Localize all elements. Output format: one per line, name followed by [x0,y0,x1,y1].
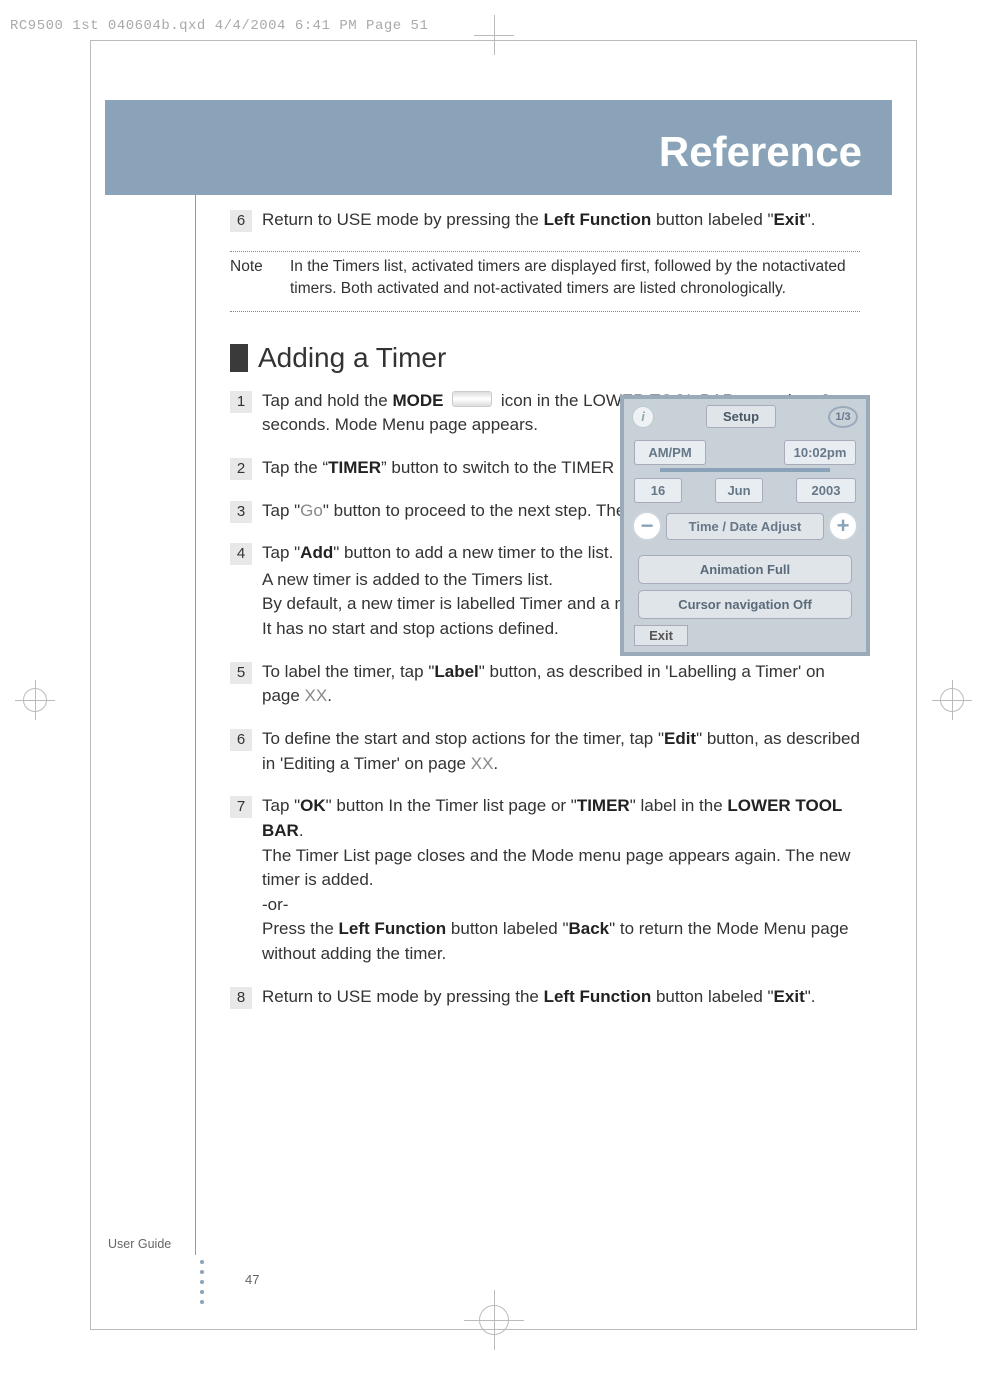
step-text: " button to add a new timer to the list. [333,543,613,562]
note-body: In the Timers list, activated timers are… [290,256,860,301]
step-body: To label the timer, tap "Label" button, … [262,660,860,709]
step-bold: Label [434,662,478,681]
device-screenshot: i Setup 1/3 AM/PM 10:02pm 16 Jun 2003 − … [620,395,870,656]
step-bold: TIMER [577,796,630,815]
chapter-header: Reference [105,100,892,195]
step-text: . [493,754,498,773]
device-cursor-nav-button: Cursor navigation Off [638,590,852,619]
step-bold: Back [569,919,610,938]
footer-dots-icon [200,1260,204,1304]
note-label: Note [230,256,290,301]
content-area: 6 Return to USE mode by pressing the Lef… [200,200,890,1027]
note-row: Note In the Timers list, activated timer… [230,256,860,301]
step-text: button labeled " [446,919,568,938]
step-number: 6 [230,729,252,751]
device-year-value: 2003 [796,478,856,503]
registration-mark-left [15,680,55,720]
step-text: button labeled " [651,210,773,229]
step-body: Tap "OK" button In the Timer list page o… [262,794,860,966]
step-bold: Left Function [544,987,652,1006]
step-text: Tap " [262,501,300,520]
device-day-value: 16 [634,478,682,503]
section-heading: Adding a Timer [230,342,890,374]
device-row: AM/PM 10:02pm [624,434,866,471]
device-adjust-row: − Time / Date Adjust + [624,509,866,549]
step-body: Return to USE mode by pressing the Left … [262,985,860,1010]
step-grey: XX [305,686,328,705]
device-title: Setup [706,405,776,428]
section-title: Adding a Timer [258,342,446,374]
device-exit-button: Exit [634,625,688,646]
step-bold: Left Function [544,210,652,229]
step-number: 7 [230,796,252,818]
step-row: 7 Tap "OK" button In the Timer list page… [230,794,860,966]
step-bold: TIMER [328,458,381,477]
device-row: 16 Jun 2003 [624,472,866,509]
step-bold: Edit [664,729,696,748]
step-text: button labeled " [651,987,773,1006]
step-text: Return to USE mode by pressing the [262,987,544,1006]
vertical-rule [195,195,196,1255]
info-icon: i [632,406,654,428]
step-bold: OK [300,796,326,815]
step-number: 2 [230,458,252,480]
step-row: 5 To label the timer, tap "Label" button… [230,660,860,709]
step-number: 8 [230,987,252,1009]
step-text: . [327,686,332,705]
step-row: 8 Return to USE mode by pressing the Lef… [230,985,860,1010]
device-time-value: 10:02pm [784,440,856,465]
step-text: Tap " [262,543,300,562]
device-animation-button: Animation Full [638,555,852,584]
plus-icon: + [828,511,858,541]
step-number: 3 [230,501,252,523]
device-page-indicator: 1/3 [828,406,858,428]
device-adjust-label: Time / Date Adjust [666,513,824,540]
step-text: Press the [262,919,339,938]
step-number: 1 [230,391,252,413]
device-ampm-button: AM/PM [634,440,706,465]
step-text: . [299,821,304,840]
step-row: 6 To define the start and stop actions f… [230,727,860,776]
step-text: To define the start and stop actions for… [262,729,664,748]
step-grey: XX [471,754,494,773]
step-grey: Go [300,501,323,520]
registration-mark-right [932,680,972,720]
step-body: Return to USE mode by pressing the Left … [262,208,860,233]
step-bold: Left Function [339,919,447,938]
print-slug: RC9500 1st 040604b.qxd 4/4/2004 6:41 PM … [10,18,428,34]
step-bold: Add [300,543,333,562]
step-text: To label the timer, tap " [262,662,434,681]
step-text: Tap " [262,796,300,815]
step-bold: Exit [774,987,805,1006]
device-header: i Setup 1/3 [624,399,866,434]
step-bold: Exit [774,210,805,229]
divider [230,311,860,312]
step-bold: MODE [392,391,443,410]
minus-icon: − [632,511,662,541]
step-text: Tap and hold the [262,391,392,410]
step-text: ". [805,987,816,1006]
divider [230,251,860,252]
step-number: 5 [230,662,252,684]
step-row: 6 Return to USE mode by pressing the Lef… [230,208,860,233]
device-month-value: Jun [715,478,763,503]
step-text: " label in the [630,796,728,815]
page-number: 47 [245,1272,259,1287]
section-bullet-icon [230,344,248,372]
step-or: -or- [262,893,860,918]
step-text: " button In the Timer list page or " [326,796,577,815]
step-text: ". [805,210,816,229]
chapter-title: Reference [659,128,862,176]
footer-doc-title: User Guide [108,1237,171,1251]
step-body: To define the start and stop actions for… [262,727,860,776]
step-text: Tap the “ [262,458,328,477]
step-text: Return to USE mode by pressing the [262,210,544,229]
step-number: 4 [230,543,252,565]
step-number: 6 [230,210,252,232]
mode-icon [452,391,492,407]
step-para: The Timer List page closes and the Mode … [262,844,860,893]
